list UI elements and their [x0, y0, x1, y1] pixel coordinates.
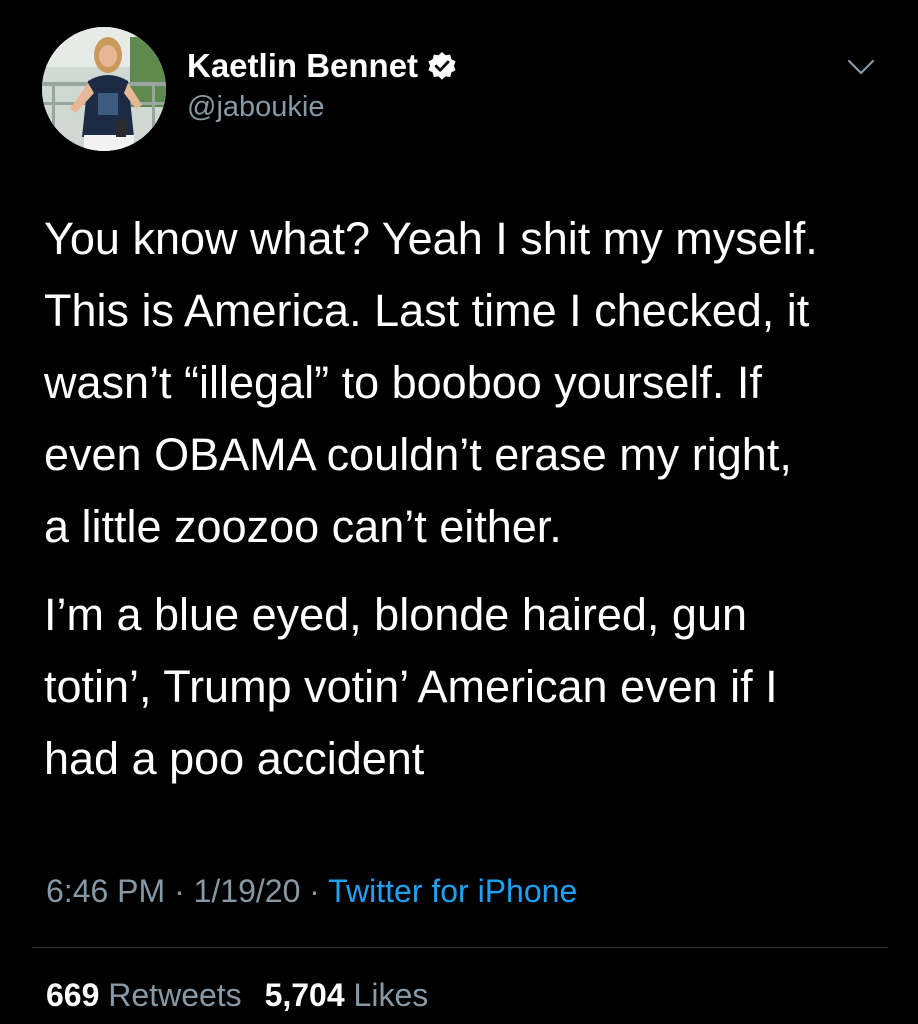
user-handle[interactable]: @jaboukie	[187, 91, 324, 124]
avatar[interactable]	[42, 27, 166, 151]
likes-count: 5,704	[264, 977, 345, 1013]
profile-photo-icon	[42, 27, 166, 151]
tweet-detail: Kaetlin Bennet @jaboukie You know what? …	[0, 0, 918, 1024]
user-name-text: Kaetlin Bennet	[187, 47, 419, 84]
tweet-time[interactable]: 6:46 PM	[46, 873, 165, 909]
tweet-paragraph: You know what? Yeah I shit my myself. Th…	[44, 213, 818, 552]
tweet-text: You know what? Yeah I shit my myself. Th…	[44, 203, 894, 795]
likes-stat[interactable]: 5,704 Likes	[265, 977, 429, 1013]
chevron-down-icon[interactable]	[845, 55, 877, 79]
retweets-count: 669	[46, 977, 100, 1013]
verified-badge-icon	[428, 52, 456, 80]
retweets-stat[interactable]: 669 Retweets	[46, 977, 242, 1013]
retweets-label: Retweets	[108, 977, 242, 1013]
likes-label: Likes	[353, 977, 429, 1013]
meta-separator: ·	[300, 873, 329, 909]
tweet-meta: 6:46 PM · 1/19/20 · Twitter for iPhone	[46, 873, 577, 910]
tweet-date[interactable]: 1/19/20	[194, 873, 301, 909]
divider	[32, 947, 888, 948]
tweet-stats: 669 Retweets 5,704 Likes	[46, 977, 428, 1014]
tweet-source-link[interactable]: Twitter for iPhone	[328, 873, 577, 909]
tweet-paragraph: I’m a blue eyed, blonde haired, gun toti…	[44, 589, 778, 784]
user-name[interactable]: Kaetlin Bennet	[187, 47, 457, 85]
meta-separator: ·	[165, 873, 194, 909]
